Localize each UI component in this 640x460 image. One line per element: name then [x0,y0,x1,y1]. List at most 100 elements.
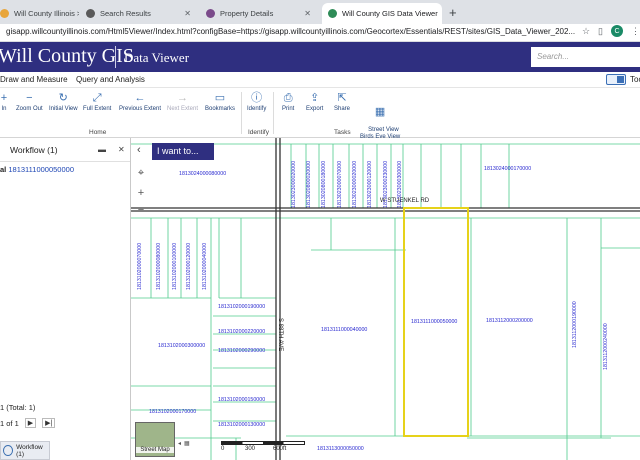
parcel-label[interactable]: 1813023000120000 [367,161,373,208]
parcel-label[interactable]: 1813024000170000 [484,166,531,172]
close-icon[interactable]: ✕ [304,9,311,18]
parcel-label[interactable]: 1813102000040000 [202,243,208,290]
scale-label: 300 [245,446,256,452]
parcel-label[interactable]: 1813112000200000 [486,318,533,324]
street-view-icon: ▦ [374,106,386,118]
browser-tab[interactable]: Will County Illinois > County C ✕ [0,3,79,24]
initial-view-button[interactable]: ↻ Initial View [49,92,78,112]
ribbon-toolbar: + In − Zoom Out ↻ Initial View ⤢ Full Ex… [0,88,640,140]
result-pager: 1 of 1 ▶ ▶| [0,418,56,428]
parcel-label[interactable]: 1813023000020000 [352,161,358,208]
parcel-label[interactable]: 1813024000080000 [179,171,226,177]
parcel-label[interactable]: 1813020800020000 [306,161,312,208]
road-label: S 88TH AVE [277,318,283,352]
zoom-out-icon: − [26,92,33,104]
parcel-label[interactable]: 1813111000040000 [321,327,367,333]
bookmark-star-icon[interactable]: ☆ [582,26,590,37]
browser-tab-active[interactable]: Will County GIS Data Viewer ✕ [322,3,442,24]
parcel-label[interactable]: 1813113000050000 [317,446,364,452]
workflow-tab[interactable]: Workflow (1) [0,441,50,460]
full-extent-button[interactable]: ⤢ Full Extent [83,92,111,112]
close-icon[interactable]: ✕ [184,9,191,18]
parcel-label[interactable]: 1813102000080000 [156,243,162,290]
favicon-icon [328,9,337,18]
pan-left-icon[interactable]: ◂ [178,440,181,447]
expand-icon: ⤢ [92,92,102,104]
parcel-label[interactable]: 1813023000020000 [291,161,297,208]
parcel-label[interactable]: 1813111000050000 [411,319,457,325]
toolbar-toggle[interactable] [606,74,626,85]
parcel-label[interactable]: 1813112000240000 [603,323,609,370]
menu-row: Draw and Measure Query and Analysis Too [0,72,640,88]
next-page-icon[interactable]: ▶ [24,418,37,428]
menu-draw-measure[interactable]: Draw and Measure [0,75,68,84]
scale-bar-graphic [221,441,305,445]
tab-title: Search Results [100,9,151,18]
browser-tab[interactable]: Search Results ✕ [80,3,197,24]
sidebar-icon[interactable]: ▯ [598,26,603,37]
bookmarks-button[interactable]: ▭ Bookmarks [205,92,235,112]
ribbon-group-identify: Identify [248,129,269,136]
last-page-icon[interactable]: ▶| [42,418,56,428]
tab-title: Property Details [220,9,274,18]
profile-avatar[interactable]: C [611,25,623,37]
collapse-panel-icon[interactable]: ‹ [137,144,141,156]
parcel-label[interactable]: 1813020800180000 [321,161,327,208]
menu-query-analysis[interactable]: Query and Analysis [76,75,145,84]
print-button[interactable]: ⎙ Print [282,92,294,112]
i-want-to-menu[interactable]: I want to... [152,143,214,160]
address-bar[interactable]: gisapp.willcountyillinois.com/Html5Viewe… [0,24,640,42]
refresh-icon: ↻ [58,92,68,104]
identify-button[interactable]: ⓘ Identify [247,92,266,112]
parcel-label[interactable]: 1813023000300000 [397,161,403,208]
pager-text: 1 of 1 [0,418,19,428]
zoom-in-icon: + [0,92,8,104]
workflow-result-item[interactable]: al 1813111000050000 [0,165,74,174]
tab-title: Will County Illinois > County C [14,9,79,18]
comment-icon[interactable]: ▬ [98,145,106,154]
export-icon: ⇪ [310,92,320,104]
parcel-label[interactable]: 1813102000070000 [137,243,143,290]
close-icon[interactable]: ✕ [118,145,125,154]
app-header: Will County GIS Data Viewer Search... [0,42,640,72]
zoom-in-button[interactable]: + In [0,92,10,112]
parcel-link[interactable]: 1813111000050000 [8,165,74,174]
url-text[interactable]: gisapp.willcountyillinois.com/Html5Viewe… [6,27,575,36]
grid-icon[interactable]: ▦ [184,440,190,447]
export-button[interactable]: ⇪ Export [306,92,323,112]
favicon-icon [86,9,95,18]
ribbon-separator [241,92,242,134]
parcel-label[interactable]: 1813102000100000 [172,243,178,290]
basemap-switcher[interactable]: Street Map [135,422,175,457]
back-arrow-icon: ← [134,92,146,104]
new-tab-button[interactable]: + [449,5,457,20]
locate-icon[interactable]: ⌖ [134,166,148,180]
next-extent-button[interactable]: → Next Extent [167,92,198,112]
brand-title: Will County GIS [0,45,134,67]
map-view[interactable]: ‹ I want to... ⌖ + − W STUENKEL RD S 88T… [131,138,640,460]
map-zoom-in-icon[interactable]: + [134,186,148,200]
scale-label: 0 [221,446,225,452]
parcel-label[interactable]: 1813102000120000 [186,243,192,290]
menu-dots-icon[interactable]: ⋮ [631,26,640,37]
parcel-label[interactable]: 1813102000150000 [218,397,265,403]
parcel-label[interactable]: 1813102000300000 [158,343,205,349]
zoom-out-button[interactable]: − Zoom Out [16,92,43,112]
browser-tab[interactable]: Property Details ✕ [200,3,317,24]
previous-extent-button[interactable]: ← Previous Extent [119,92,161,112]
parcel-label[interactable]: 1813023000070000 [337,161,343,208]
search-input[interactable]: Search... [531,47,640,67]
map-zoom-out-icon[interactable]: − [134,203,148,217]
parcel-label[interactable]: 1813102000190000 [218,304,265,310]
favicon-icon [206,9,215,18]
parcel-label[interactable]: 1813102000130000 [218,422,265,428]
parcel-label[interactable]: 1813102000290000 [218,348,265,354]
share-button[interactable]: ⇱ Share [334,92,350,112]
workflow-panel: Workflow (1) ▬ ✕ al 1813111000050000 1 (… [0,138,131,460]
parcel-label[interactable]: 1813112000190000 [572,301,578,348]
parcel-label[interactable]: 1813102000220000 [218,329,265,335]
parcel-label[interactable]: 1813023000230000 [383,161,389,208]
toggle-label: Too [630,75,640,84]
browser-tab-bar: Will County Illinois > County C ✕ Search… [0,0,640,24]
parcel-label[interactable]: 1813102000170000 [149,409,196,415]
